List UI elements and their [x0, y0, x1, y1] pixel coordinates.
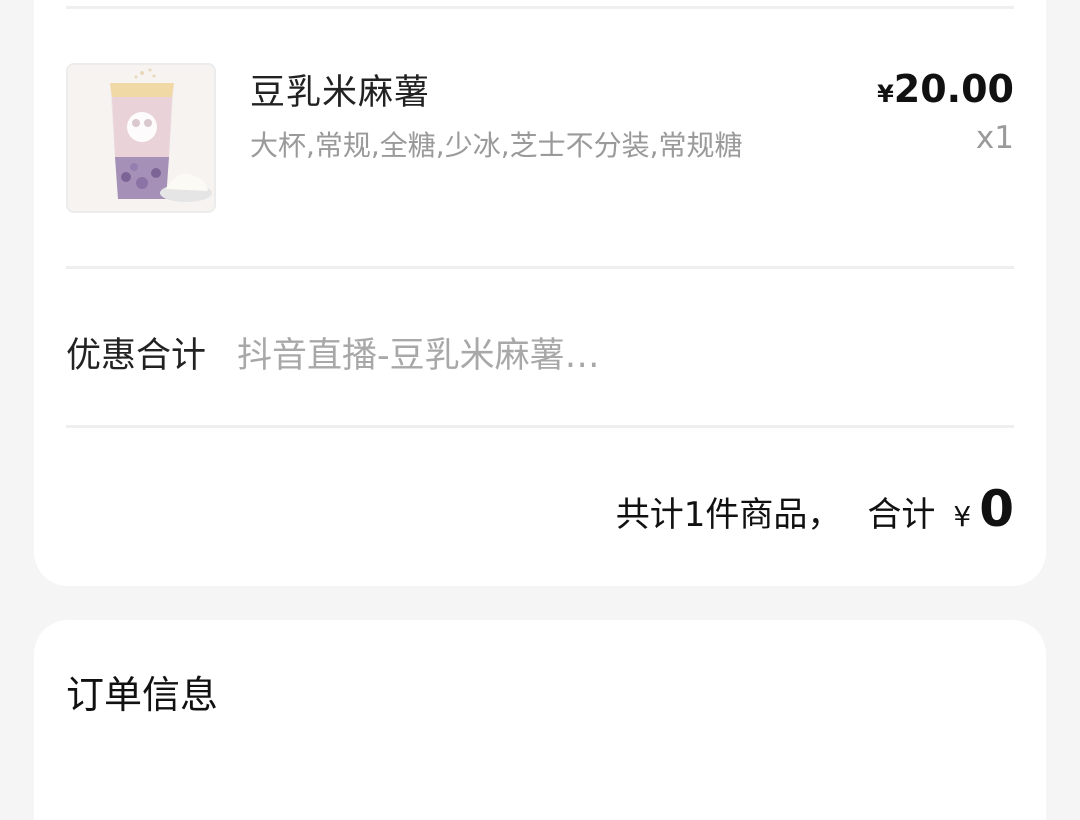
product-image[interactable]: [66, 63, 216, 213]
price-currency: ¥: [877, 80, 894, 108]
total-label: 合计: [867, 495, 936, 535]
order-items-card: 豆乳米麻薯 大杯,常规,全糖,少冰,芝士不分装,常规糖 ¥20.00 x1 优惠…: [34, 0, 1046, 586]
total-amount: 0: [979, 480, 1014, 538]
price-amount: 20.00: [893, 67, 1014, 111]
milk-tea-cup-image: [68, 65, 214, 211]
order-info-card: 订单信息: [34, 620, 1046, 820]
top-divider: [66, 6, 1014, 9]
discount-label: 优惠合计: [66, 336, 207, 376]
product-spec: 大杯,常规,全糖,少冰,芝士不分装,常规糖: [250, 129, 743, 162]
total-currency: ¥: [953, 500, 972, 533]
discount-divider: [66, 425, 1014, 428]
item-divider: [66, 266, 1014, 269]
product-name: 豆乳米麻薯: [250, 73, 431, 113]
order-info-title: 订单信息: [66, 673, 219, 717]
order-summary: 共计1件商品， 合计 ¥ 0: [616, 480, 1014, 538]
discount-value[interactable]: 抖音直播-豆乳米麻薯…: [237, 327, 600, 378]
product-price: ¥20.00: [877, 67, 1014, 111]
product-quantity: x1: [975, 120, 1014, 156]
item-count-text: 共计1件商品，: [615, 495, 842, 535]
